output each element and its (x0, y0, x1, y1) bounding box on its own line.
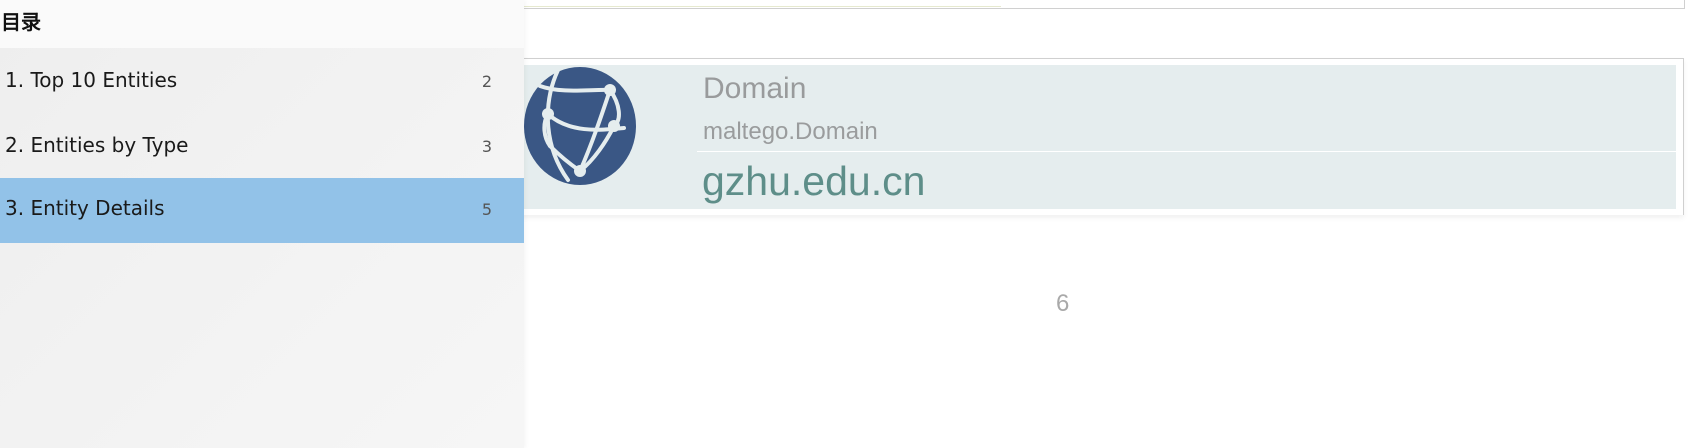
toc-item-entity-details[interactable]: 3. Entity Details 5 (0, 178, 524, 243)
entity-value: gzhu.edu.cn (702, 158, 926, 204)
previous-section-frame (480, 0, 1685, 9)
toc-item-label: 1. Top 10 Entities (5, 68, 178, 92)
toc-item-top-10-entities[interactable]: 1. Top 10 Entities 2 (0, 50, 524, 115)
toc-header: 目录 (0, 0, 524, 48)
toc-item-page: 3 (481, 137, 492, 156)
toc-item-page: 5 (481, 200, 492, 219)
entity-card-divider (697, 151, 1676, 152)
globe-network-icon (524, 67, 636, 185)
entity-type-class: maltego.Domain (703, 118, 878, 145)
previous-section-highlight (481, 6, 1001, 7)
page-number: 6 (1056, 290, 1070, 317)
app-window: Domain maltego.Domain gzhu.edu.cn 6 目录 1… (0, 0, 1689, 448)
toc-item-label: 2. Entities by Type (5, 133, 189, 157)
toc-title: 目录 (1, 10, 41, 34)
entity-type-label: Domain (703, 72, 807, 105)
entity-card (480, 65, 1676, 209)
toc-item-label: 3. Entity Details (5, 196, 165, 220)
toc-panel: 目录 1. Top 10 Entities 2 2. Entities by T… (0, 0, 524, 448)
toc-item-entities-by-type[interactable]: 2. Entities by Type 3 (0, 115, 524, 180)
toc-item-page: 2 (481, 72, 492, 91)
